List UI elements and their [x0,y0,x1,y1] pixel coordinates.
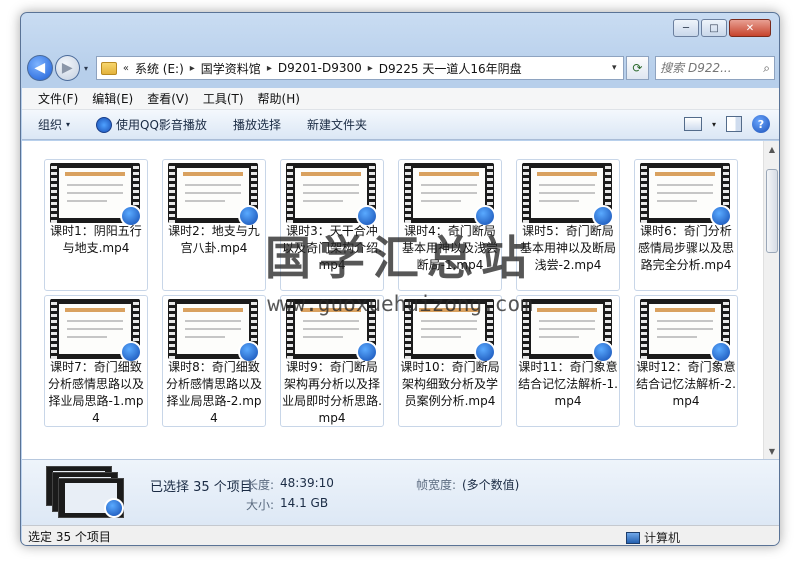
file-item[interactable]: 课时10：奇门断局架构细致分析及学员案例分析.mp4 [398,295,502,427]
length-label: 长度: [246,478,275,492]
selection-thumbnail [46,466,126,518]
selection-count: 已选择 35 个项目 [150,480,253,495]
details-pane: 已选择 35 个项目 长度: 48:39:10 大小: 14.1 GB 帧宽度:… [22,459,779,525]
file-item[interactable]: 课时9：奇门断局架构再分析以及择业局即时分析思路.mp4 [280,295,384,427]
menu-bar: 文件(F) 编辑(E) 查看(V) 工具(T) 帮助(H) [22,88,779,110]
play-selection-button[interactable]: 播放选择 [233,116,281,133]
recent-pages-dropdown[interactable]: ▾ [80,64,92,73]
minimize-button[interactable]: ─ [673,19,699,37]
file-name[interactable]: 课时10：奇门断局架构细致分析及学员案例分析.mp4 [398,359,502,410]
menu-file[interactable]: 文件(F) [38,90,78,107]
organize-button[interactable]: 组织 ▾ [38,116,70,133]
breadcrumb-separator[interactable]: ▸ [368,63,373,74]
change-view-icon[interactable] [683,117,702,131]
status-text: 选定 35 个项目 [28,530,111,544]
menu-help[interactable]: 帮助(H) [258,90,300,107]
file-name[interactable]: 课时1：阴阳五行与地支.mp4 [44,223,148,257]
file-item[interactable]: 课时8：奇门细致分析感情思路以及择业局思路-2.mp4 [162,295,266,427]
file-name[interactable]: 课时12：奇门象意结合记忆法解析-2.mp4 [634,359,738,410]
scroll-up-button[interactable]: ▲ [764,141,779,157]
command-bar: 组织 ▾ 使用QQ影音播放 播放选择 新建文件夹 ▾ ? [22,110,779,140]
search-input[interactable] [660,61,755,75]
chevron-down-icon: ▾ [66,120,71,129]
address-row: ◀ ▶ ▾ « 系统 (E:) ▸ 国学资料馆 ▸ D9201-D9300 ▸ … [27,53,775,83]
qq-player-icon [96,116,113,133]
file-item[interactable]: 课时5：奇门断局基本用神以及断局浅尝-2.mp4 [516,159,620,291]
scroll-thumb[interactable] [766,169,778,253]
file-item[interactable]: 课时6：奇门分析感情局步骤以及思路完全分析.mp4 [634,159,738,291]
file-name[interactable]: 课时6：奇门分析感情局步骤以及思路完全分析.mp4 [634,223,738,274]
folder-icon [100,61,117,75]
computer-icon [625,531,640,544]
breadcrumb-current[interactable]: D9225 天一道人16年阴盘 [379,60,522,77]
search-icon[interactable]: ⌕ [763,61,770,76]
search-box[interactable]: ⌕ [655,56,775,80]
frame-width-label: 帧宽度: [416,478,457,492]
file-name[interactable]: 课时5：奇门断局基本用神以及断局浅尝-2.mp4 [516,223,620,274]
frame-width-value: (多个数值) [462,478,520,492]
file-item[interactable]: 课时1：阴阳五行与地支.mp4 [44,159,148,291]
caption-buttons: ─ □ ✕ [673,19,771,37]
file-item[interactable]: 课时2：地支与九宫八卦.mp4 [162,159,266,291]
file-item[interactable]: 课时3：天干合冲以及奇门架构介绍.mp4 [280,159,384,291]
file-name[interactable]: 课时9：奇门断局架构再分析以及择业局即时分析思路.mp4 [280,359,384,427]
breadcrumb-overflow[interactable]: « [123,63,129,74]
preview-pane-icon[interactable] [726,116,742,132]
status-bar: 选定 35 个项目 计算机 [22,525,779,545]
menu-edit[interactable]: 编辑(E) [92,90,133,107]
breadcrumb-folder-1[interactable]: 国学资料馆 [201,60,261,77]
file-item[interactable]: 课时12：奇门象意结合记忆法解析-2.mp4 [634,295,738,427]
file-name[interactable]: 课时11：奇门象意结合记忆法解析-1.mp4 [516,359,620,410]
help-icon[interactable]: ? [752,115,770,133]
new-folder-button[interactable]: 新建文件夹 [307,116,367,133]
file-name[interactable]: 课时3：天干合冲以及奇门架构介绍.mp4 [280,223,384,274]
view-options-dropdown[interactable]: ▾ [712,120,716,129]
status-location-label: 计算机 [643,531,680,545]
breadcrumb-folder-2[interactable]: D9201-D9300 [278,61,362,75]
organize-label: 组织 [38,118,63,132]
scroll-down-button[interactable]: ▼ [764,443,779,459]
file-item[interactable]: 课时11：奇门象意结合记忆法解析-1.mp4 [516,295,620,427]
toolbar-right: ▾ ? [683,115,770,133]
status-location: 计算机 [625,529,680,545]
forward-button[interactable]: ▶ [54,55,81,81]
breadcrumb-drive[interactable]: 系统 (E:) [135,60,184,77]
size-label: 大小: [246,498,275,512]
qq-player-icon [104,498,124,518]
new-folder-label: 新建文件夹 [306,118,367,132]
play-with-qq-button[interactable]: 使用QQ影音播放 [96,116,207,133]
maximize-button[interactable]: □ [701,19,727,37]
file-item[interactable]: 课时4：奇门断局基本用神以及浅尝断局-1.mp4 [398,159,502,291]
back-button[interactable]: ◀ [27,55,53,81]
breadcrumb-separator[interactable]: ▸ [267,63,272,74]
address-dropdown[interactable]: ▾ [612,63,617,73]
file-name[interactable]: 课时2：地支与九宫八卦.mp4 [162,223,266,257]
address-bar[interactable]: « 系统 (E:) ▸ 国学资料馆 ▸ D9201-D9300 ▸ D9225 … [95,56,624,80]
play-selection-label: 播放选择 [232,118,281,132]
length-value: 48:39:10 [280,476,334,490]
vertical-scrollbar[interactable]: ▲ ▼ [763,141,779,459]
size-value: 14.1 GB [280,496,329,510]
menu-tools[interactable]: 工具(T) [203,90,244,107]
file-list: 课时1：阴阳五行与地支.mp4 课时2：地支与九宫八卦.mp4 课时3：天干合冲以及… [22,141,779,459]
menu-view[interactable]: 查看(V) [147,90,189,107]
refresh-button[interactable]: ⟳ [625,56,650,80]
explorer-window: ─ □ ✕ ◀ ▶ ▾ « 系统 (E:) ▸ 国学资料馆 ▸ D9201-D9… [20,12,780,546]
breadcrumb-separator[interactable]: ▸ [190,63,195,74]
file-name[interactable]: 课时8：奇门细致分析感情思路以及择业局思路-2.mp4 [162,359,266,427]
file-item[interactable]: 课时7：奇门细致分析感情思路以及择业局思路-1.mp4 [44,295,148,427]
file-name[interactable]: 课时7：奇门细致分析感情思路以及择业局思路-1.mp4 [44,359,148,427]
close-button[interactable]: ✕ [729,19,771,37]
play-with-qq-label: 使用QQ影音播放 [116,118,207,132]
file-name[interactable]: 课时4：奇门断局基本用神以及浅尝断局-1.mp4 [398,223,502,274]
